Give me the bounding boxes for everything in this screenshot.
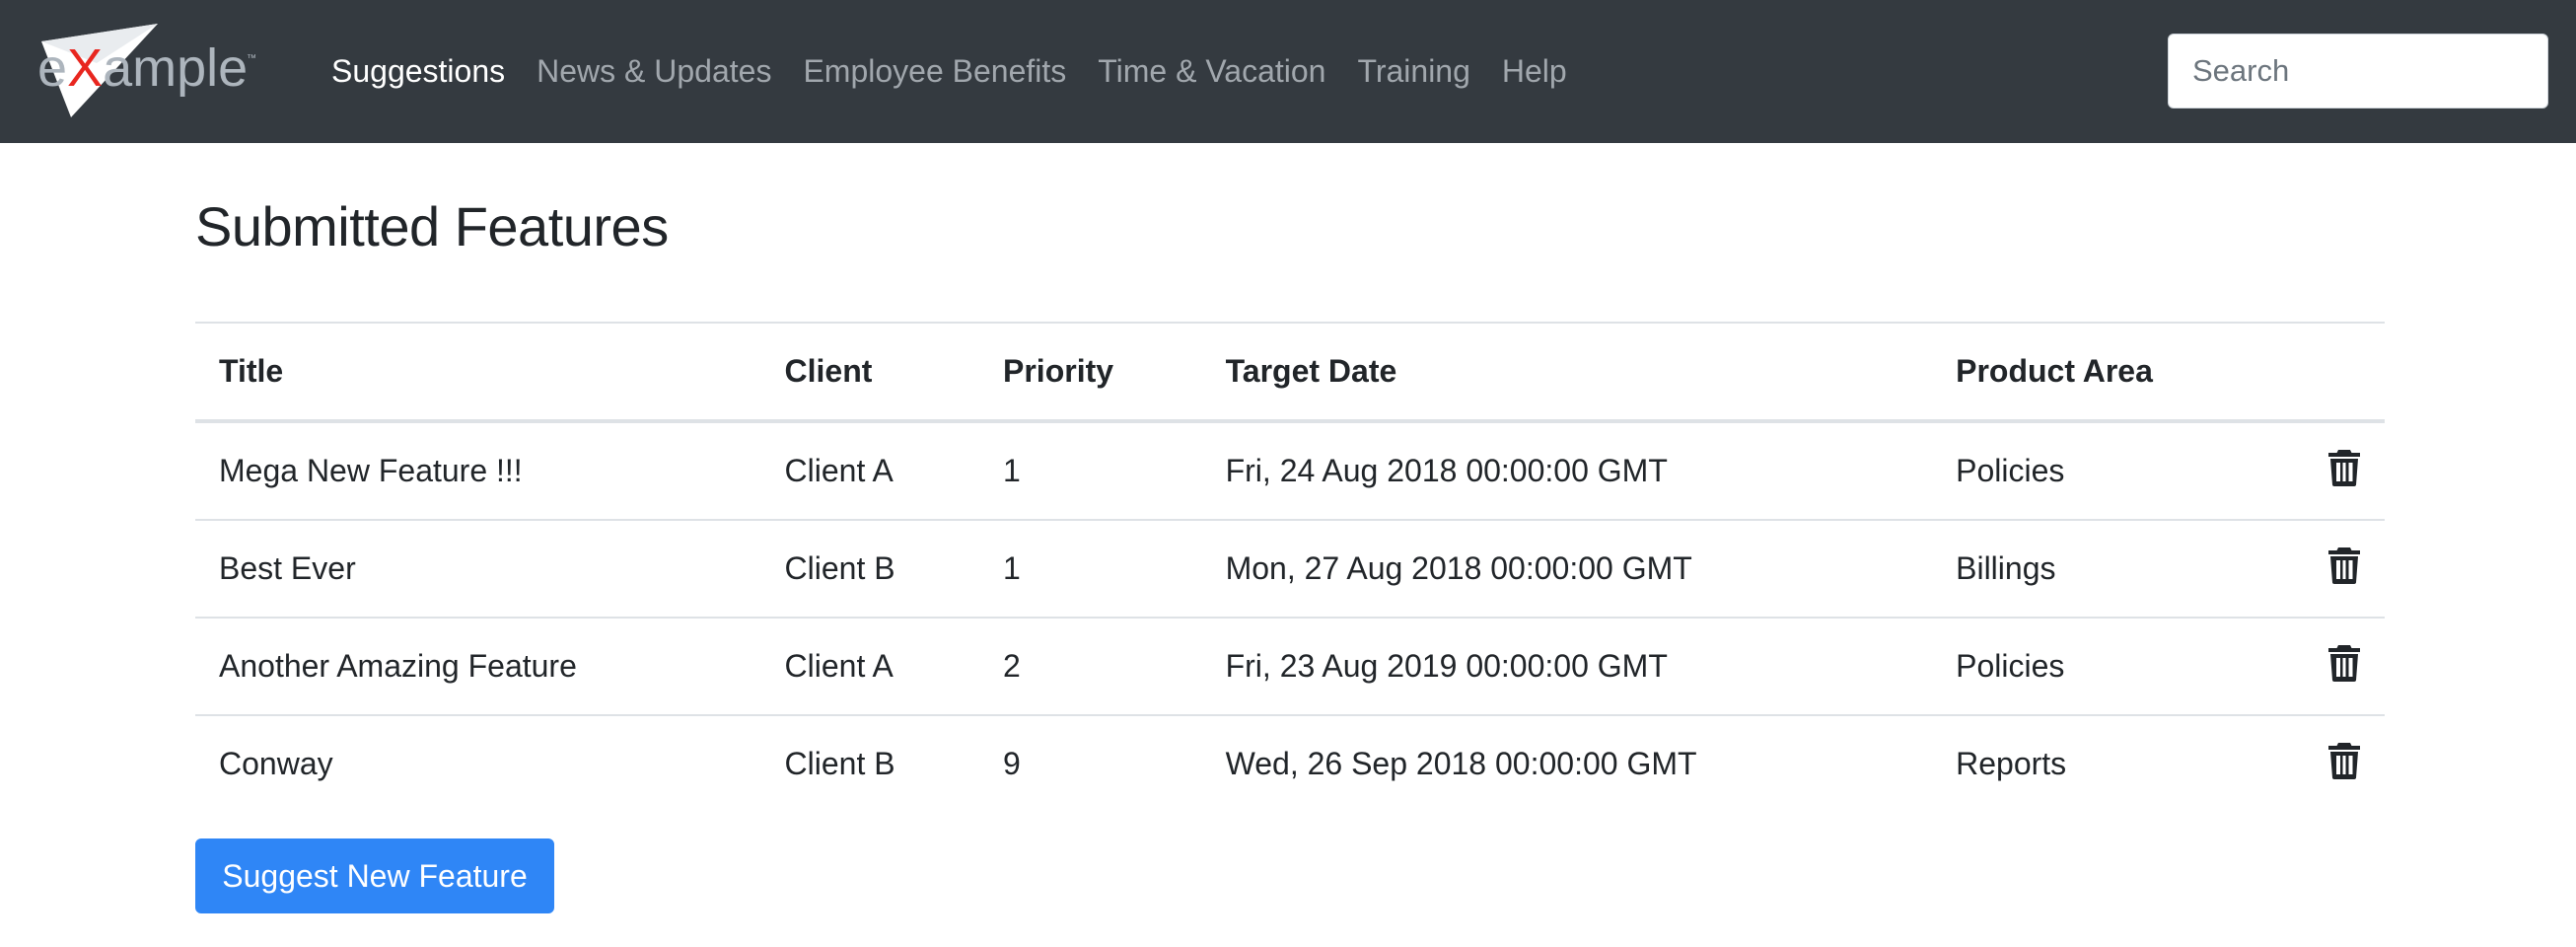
nav-item-news-updates[interactable]: News & Updates (521, 53, 787, 90)
cell-target-date: Fri, 24 Aug 2018 00:00:00 GMT (1225, 453, 1668, 488)
cell-client: Client B (760, 519, 979, 618)
cell-priority: 1 (979, 519, 1202, 618)
cell-client: Client B (760, 714, 979, 812)
table-row: Another Amazing Feature Client A 2 Fri, … (195, 617, 2385, 715)
nav-item-training[interactable]: Training (1341, 53, 1485, 90)
cell-client: Client A (784, 453, 894, 488)
nav-item-employee-benefits[interactable]: Employee Benefits (787, 53, 1082, 90)
table-row: Conway Client B 9 Wed, 26 Sep 2018 00:00… (195, 714, 2385, 812)
cell-product-area: Policies (1956, 453, 2065, 488)
cell-title: Mega New Feature !!! (219, 453, 523, 488)
main-nav: Suggestions News & Updates Employee Bene… (316, 0, 1583, 143)
cell-priority: 1 (1003, 453, 1021, 488)
nav-item-help[interactable]: Help (1486, 53, 1583, 90)
column-header-client[interactable]: Client (760, 322, 979, 423)
cell-actions (2284, 421, 2385, 520)
cell-product-area: Policies (1932, 617, 2284, 715)
cell-actions (2284, 617, 2385, 715)
cell-title: Another Amazing Feature (195, 617, 761, 715)
cell-product-area: Reports (1932, 714, 2284, 812)
column-header-target-date[interactable]: Target Date (1201, 322, 1933, 423)
trademark-mark: ™ (247, 53, 256, 64)
cell-product-area: Billings (1932, 519, 2284, 618)
page-title: Submitted Features (195, 195, 669, 257)
trash-icon[interactable] (2327, 546, 2361, 584)
cell-priority: 9 (979, 714, 1202, 812)
cell-target-date: Mon, 27 Aug 2018 00:00:00 GMT (1201, 519, 1933, 618)
nav-item-time-vacation[interactable]: Time & Vacation (1082, 53, 1341, 90)
cell-actions (2284, 714, 2385, 812)
table-header-row: Title Client Priority Target Date Produc… (195, 322, 2385, 423)
column-header-product-area[interactable]: Product Area (1932, 322, 2284, 423)
cell-target-date: Wed, 26 Sep 2018 00:00:00 GMT (1201, 714, 1933, 812)
column-header-priority[interactable]: Priority (979, 322, 1202, 423)
cell-actions (2284, 519, 2385, 618)
cell-title: Best Ever (195, 519, 761, 618)
trash-icon[interactable] (2327, 644, 2361, 682)
table-row: Mega New Feature !!! Client A 1 Fri, 24 … (195, 421, 2385, 520)
suggest-new-feature-button[interactable]: Suggest New Feature (195, 838, 554, 913)
table-row: Best Ever Client B 1 Mon, 27 Aug 2018 00… (195, 519, 2385, 618)
trash-icon[interactable] (2327, 449, 2361, 486)
top-navbar: eXample ™ Suggestions News & Updates Emp… (0, 0, 2576, 143)
brand-logo[interactable]: eXample ™ (37, 24, 264, 117)
cell-client: Client A (760, 617, 979, 715)
search-input[interactable] (2168, 34, 2548, 109)
cell-title: Conway (195, 714, 761, 812)
column-header-title[interactable]: Title (195, 322, 761, 423)
logo-wordmark: eXample (37, 38, 249, 98)
column-header-actions (2284, 322, 2385, 423)
nav-item-suggestions[interactable]: Suggestions (316, 53, 521, 90)
trash-icon[interactable] (2327, 742, 2361, 779)
cell-priority: 2 (979, 617, 1202, 715)
cell-target-date: Fri, 23 Aug 2019 00:00:00 GMT (1201, 617, 1933, 715)
features-table: Title Client Priority Target Date Produc… (195, 322, 2385, 812)
